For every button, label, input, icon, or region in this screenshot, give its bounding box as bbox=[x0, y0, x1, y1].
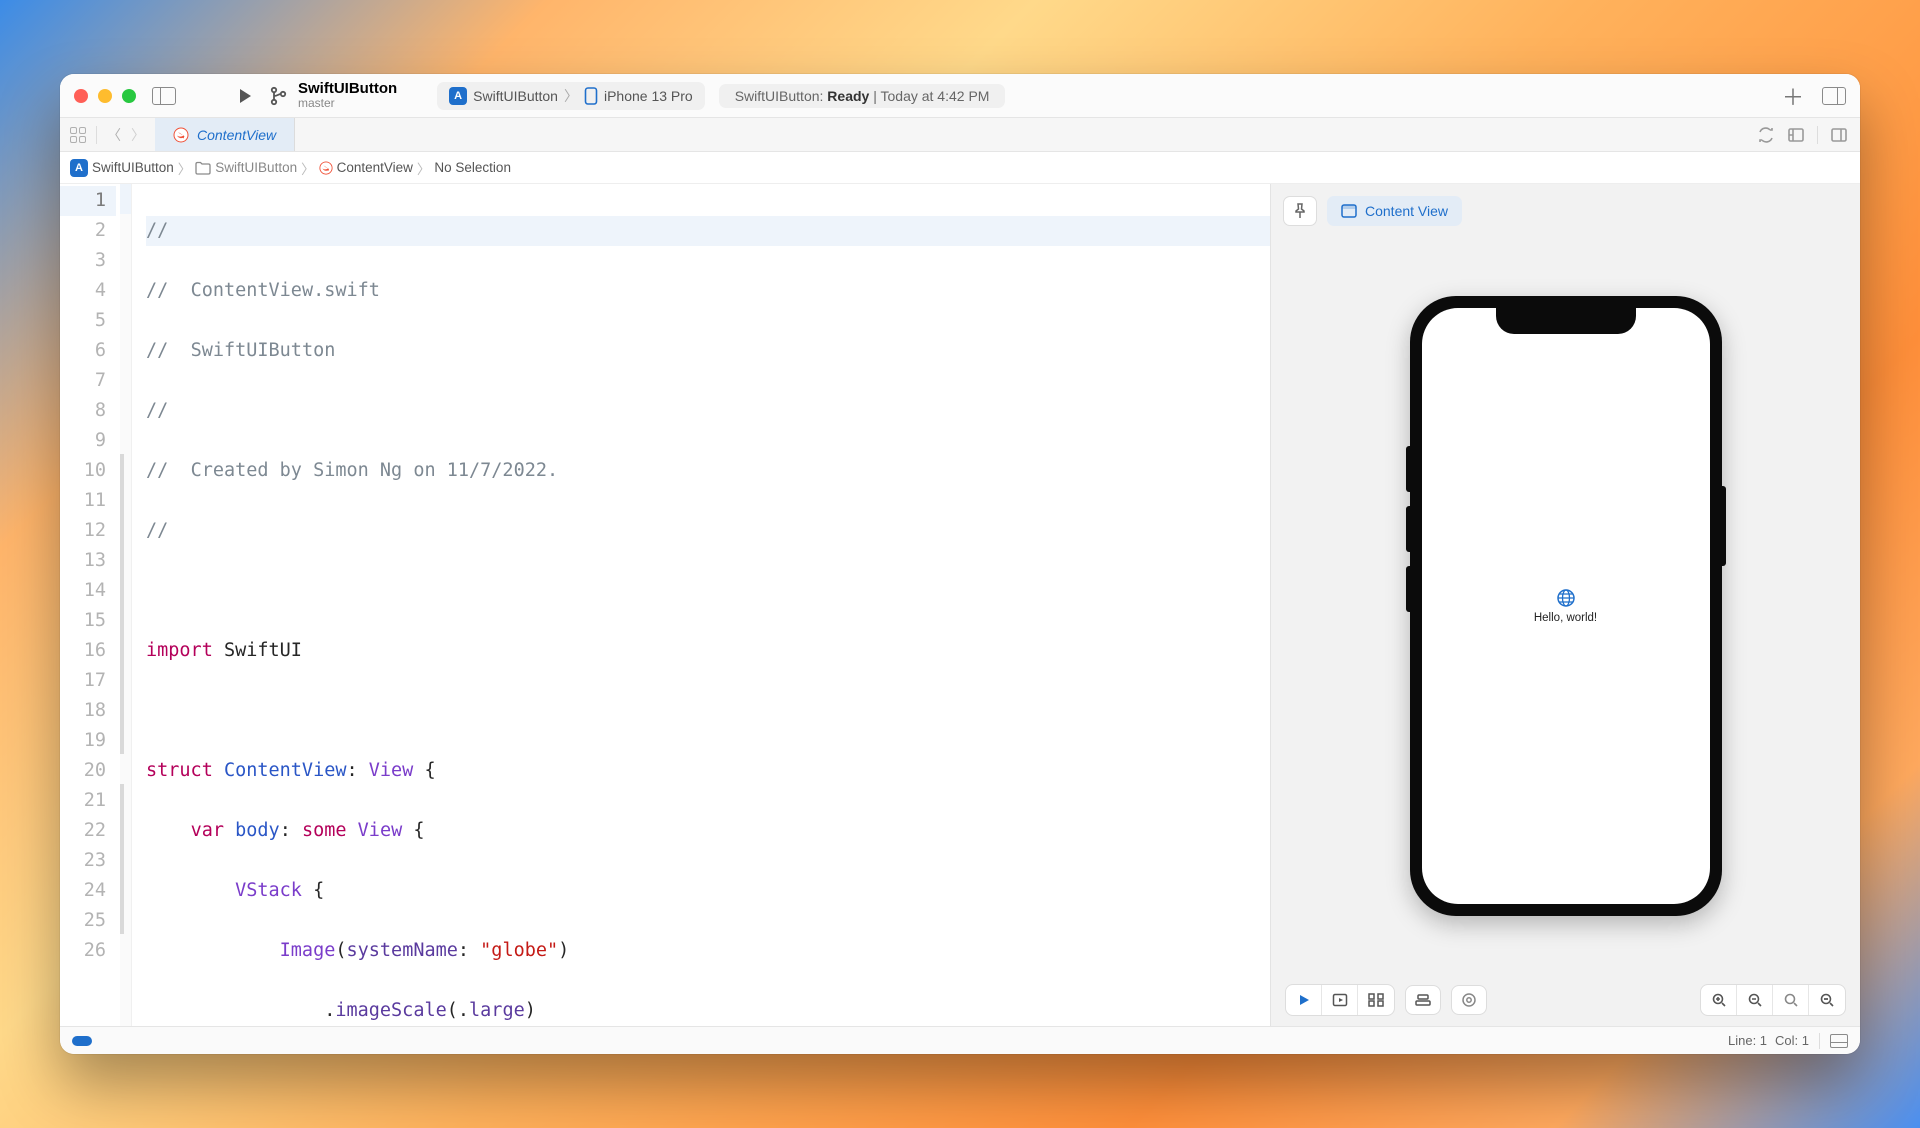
chevron-right-icon: 〉 bbox=[564, 86, 578, 106]
tab-filename: ContentView bbox=[197, 127, 276, 143]
change-marker-strip bbox=[120, 184, 132, 1026]
iphone-screen: Hello, world! bbox=[1422, 308, 1710, 904]
editor-options bbox=[1745, 118, 1860, 151]
separator bbox=[1819, 1033, 1820, 1049]
refresh-icon[interactable] bbox=[1757, 126, 1775, 144]
chevron-right-icon: 〉 bbox=[301, 158, 315, 178]
status-indicator[interactable] bbox=[72, 1036, 92, 1046]
preview-canvas[interactable]: Hello, world! bbox=[1271, 238, 1860, 974]
preview-top-bar: Content View bbox=[1271, 184, 1860, 238]
status-bar: Line: 1 Col: 1 bbox=[60, 1026, 1860, 1054]
xcode-window: SwiftUIButton master A SwiftUIButton 〉 i… bbox=[60, 74, 1860, 1054]
branch-name: master bbox=[298, 97, 397, 110]
zoom-window-button[interactable] bbox=[122, 89, 136, 103]
source-control-icon[interactable] bbox=[268, 86, 288, 106]
selectable-preview-button[interactable] bbox=[1322, 985, 1358, 1015]
project-name: SwiftUIButton bbox=[298, 81, 397, 97]
scheme-selector[interactable]: A SwiftUIButton 〉 iPhone 13 Pro bbox=[437, 82, 705, 110]
preview-mode-group bbox=[1285, 984, 1395, 1016]
scheme-device: iPhone 13 Pro bbox=[604, 88, 693, 104]
cursor-col: Col: 1 bbox=[1775, 1033, 1809, 1048]
status-suffix: | Today at 4:42 PM bbox=[869, 88, 989, 104]
main-split: 1234567891011121314151617181920212223242… bbox=[60, 184, 1860, 1026]
app-icon: A bbox=[70, 159, 88, 177]
toggle-navigator-button[interactable] bbox=[152, 87, 176, 105]
activity-status[interactable]: SwiftUIButton: Ready | Today at 4:42 PM bbox=[719, 84, 1006, 108]
iphone-device-frame: Hello, world! bbox=[1410, 296, 1722, 916]
chevron-right-icon: 〉 bbox=[417, 158, 431, 178]
globe-icon bbox=[1556, 588, 1576, 608]
editor-layout-icon[interactable] bbox=[1787, 126, 1805, 144]
status-state: Ready bbox=[827, 88, 869, 104]
chevron-right-icon: 〉 bbox=[178, 158, 192, 178]
add-editor-icon[interactable] bbox=[1830, 126, 1848, 144]
device-icon bbox=[584, 86, 598, 106]
breadcrumb-project: SwiftUIButton bbox=[92, 160, 174, 175]
nav-forward-button: 〉 bbox=[131, 125, 145, 145]
code-area[interactable]: // // ContentView.swift // SwiftUIButton… bbox=[132, 184, 1270, 1026]
preview-options-button[interactable] bbox=[1451, 985, 1487, 1015]
tab-bar: 〈 〉 ContentView bbox=[60, 118, 1860, 152]
preview-hello-text: Hello, world! bbox=[1534, 612, 1597, 624]
variants-button[interactable] bbox=[1358, 985, 1394, 1015]
zoom-controls bbox=[1700, 984, 1846, 1016]
swift-file-icon bbox=[319, 161, 333, 175]
library-button[interactable]: ＋ bbox=[1782, 80, 1804, 112]
live-preview-button[interactable] bbox=[1286, 985, 1322, 1015]
pin-preview-button[interactable] bbox=[1283, 196, 1317, 226]
tab-nav-controls: 〈 〉 bbox=[60, 118, 155, 151]
swift-file-icon bbox=[173, 127, 189, 143]
preview-chip-icon bbox=[1341, 204, 1357, 218]
tab-contentview[interactable]: ContentView bbox=[155, 118, 295, 151]
preview-bottom-bar bbox=[1271, 974, 1860, 1026]
breadcrumb-folder: SwiftUIButton bbox=[215, 160, 297, 175]
toggle-inspector-button[interactable] bbox=[1822, 87, 1846, 105]
nav-back-button[interactable]: 〈 bbox=[107, 125, 121, 145]
window-traffic-lights bbox=[74, 89, 136, 103]
app-icon: A bbox=[449, 87, 467, 105]
cursor-line: Line: 1 bbox=[1728, 1033, 1767, 1048]
minimize-window-button[interactable] bbox=[98, 89, 112, 103]
separator bbox=[96, 126, 97, 144]
status-prefix: SwiftUIButton: bbox=[735, 88, 828, 104]
separator bbox=[1817, 126, 1818, 144]
zoom-in-button[interactable] bbox=[1701, 985, 1737, 1015]
preview-canvas-panel: Content View Hello, world! bbox=[1270, 184, 1860, 1026]
folder-icon bbox=[195, 161, 211, 175]
code-editor[interactable]: 1234567891011121314151617181920212223242… bbox=[60, 184, 1270, 1026]
zoom-out-button[interactable] bbox=[1809, 985, 1845, 1015]
preview-chip-label: Content View bbox=[1365, 203, 1448, 219]
iphone-notch bbox=[1496, 308, 1636, 334]
zoom-fit-button[interactable] bbox=[1737, 985, 1773, 1015]
device-settings-button[interactable] bbox=[1405, 985, 1441, 1015]
breadcrumb-file: ContentView bbox=[337, 160, 413, 175]
breadcrumb-selection: No Selection bbox=[434, 160, 511, 175]
toggle-debug-area-button[interactable] bbox=[1830, 1034, 1848, 1048]
zoom-actual-button[interactable] bbox=[1773, 985, 1809, 1015]
project-title[interactable]: SwiftUIButton master bbox=[298, 81, 397, 109]
related-items-icon[interactable] bbox=[70, 127, 86, 143]
preview-content-chip[interactable]: Content View bbox=[1327, 196, 1462, 226]
titlebar: SwiftUIButton master A SwiftUIButton 〉 i… bbox=[60, 74, 1860, 118]
breadcrumb[interactable]: A SwiftUIButton 〉 SwiftUIButton 〉 Conten… bbox=[60, 152, 1860, 184]
close-window-button[interactable] bbox=[74, 89, 88, 103]
run-button[interactable] bbox=[236, 87, 254, 105]
line-gutter: 1234567891011121314151617181920212223242… bbox=[60, 184, 120, 1026]
scheme-target: SwiftUIButton bbox=[473, 88, 558, 104]
